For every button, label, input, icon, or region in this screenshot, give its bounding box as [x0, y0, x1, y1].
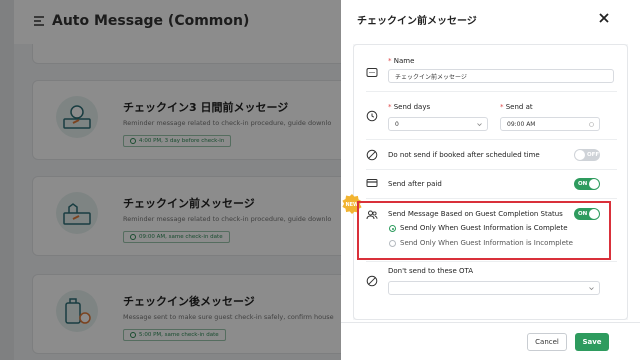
name-input[interactable]: チェックイン前メッセージ: [388, 69, 614, 83]
block-icon: [366, 275, 378, 287]
cancel-button[interactable]: Cancel: [527, 333, 567, 351]
send-at-label: * Send at: [500, 103, 533, 111]
divider: [366, 169, 617, 170]
divider: [366, 261, 617, 262]
send-after-paid-label: Send after paid: [388, 180, 442, 188]
settings-panel: * Name チェックイン前メッセージ * Send days 0 * Send…: [353, 44, 628, 320]
send-days-select[interactable]: 0: [388, 117, 488, 131]
drawer-title: チェックイン前メッセージ: [357, 16, 477, 27]
send-after-paid-toggle[interactable]: ON: [574, 178, 600, 190]
drawer-body: * Name チェックイン前メッセージ * Send days 0 * Send…: [353, 44, 628, 320]
send-days-label: * Send days: [388, 103, 431, 111]
drawer-footer: Cancel Save: [341, 322, 640, 360]
clock-icon: [366, 110, 378, 122]
ota-label: Don't send to these OTA: [388, 267, 474, 275]
edit-message-drawer: チェックイン前メッセージ * Name チェックイン前メッセージ * Send …: [341, 0, 640, 360]
chevron-down-icon: [477, 123, 482, 127]
highlight-box: [357, 201, 611, 260]
block-icon: [366, 149, 378, 161]
close-icon[interactable]: [597, 11, 611, 25]
chevron-down-icon: [589, 287, 594, 291]
name-label: * Name: [388, 57, 415, 65]
credit-card-icon: [366, 179, 378, 187]
do-not-send-label: Do not send if booked after scheduled ti…: [388, 151, 540, 159]
send-at-timepicker[interactable]: 09:00 AM: [500, 117, 600, 131]
do-not-send-toggle[interactable]: OFF: [574, 149, 600, 161]
message-icon: [366, 68, 378, 77]
divider: [366, 139, 617, 140]
ota-multiselect[interactable]: [388, 281, 600, 295]
divider: [366, 91, 617, 92]
time-icon: [589, 122, 594, 127]
save-button[interactable]: Save: [575, 333, 609, 351]
divider: [366, 198, 617, 199]
